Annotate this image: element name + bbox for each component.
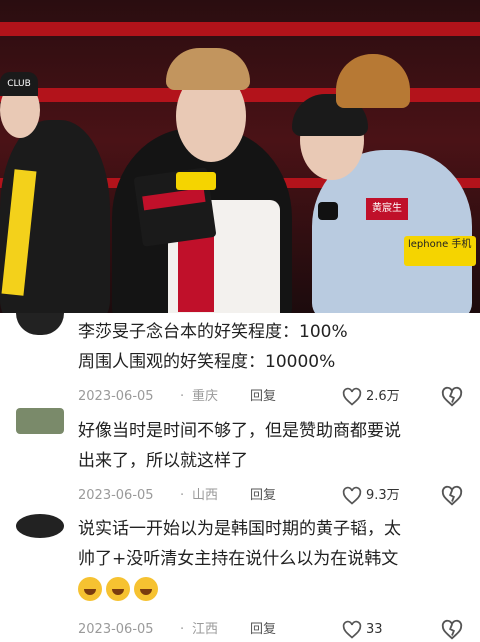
reply-button[interactable]: 回复 bbox=[250, 618, 276, 642]
stage-stripe bbox=[0, 22, 480, 36]
comment-location: 江西 bbox=[192, 622, 219, 637]
back-person-hair bbox=[336, 54, 410, 108]
comment-line: 说实话一开始以为是韩国时期的黄子韬，太 bbox=[78, 519, 401, 539]
location-dot: · bbox=[180, 389, 185, 404]
heart-icon[interactable] bbox=[342, 620, 362, 640]
comment-line: 周围人围观的好笑程度：10000% bbox=[78, 352, 336, 372]
like-count: 9.3万 bbox=[366, 488, 400, 503]
avatar[interactable] bbox=[16, 313, 64, 335]
like-count: 2.6万 bbox=[366, 389, 400, 404]
comment-location: 山西 bbox=[192, 488, 219, 503]
comment-item: 李莎旻子念台本的好笑程度：100% 周围人围观的好笑程度：10000% 2023… bbox=[0, 313, 480, 413]
heart-icon[interactable] bbox=[342, 387, 362, 407]
reply-button[interactable]: 回复 bbox=[250, 385, 276, 409]
like-count: 33 bbox=[366, 622, 383, 637]
reply-button[interactable]: 回复 bbox=[250, 484, 276, 508]
heart-icon[interactable] bbox=[342, 486, 362, 506]
comment-meta: 2023-06-05 · 江西 回复 33 bbox=[78, 618, 478, 642]
dislike-icon[interactable] bbox=[441, 485, 463, 507]
right-microphone bbox=[318, 202, 338, 220]
comment-meta: 2023-06-05 · 山西 回复 9.3万 bbox=[78, 484, 478, 508]
avatar[interactable] bbox=[16, 514, 64, 538]
comment-line: 帅了+没听清女主持在说什么以为在说韩文 bbox=[78, 549, 399, 569]
comment-date: 2023-06-05 bbox=[78, 622, 154, 637]
comment-line: 李莎旻子念台本的好笑程度：100% bbox=[78, 322, 348, 342]
comment-text: 说实话一开始以为是韩国时期的黄子韬，太 帅了+没听清女主持在说什么以为在说韩文 bbox=[78, 514, 470, 604]
microphone-label bbox=[176, 172, 216, 190]
comment-item: 说实话一开始以为是韩国时期的黄子韬，太 帅了+没听清女主持在说什么以为在说韩文 … bbox=[0, 510, 480, 640]
comment-text: 李莎旻子念台本的好笑程度：100% 周围人围观的好笑程度：10000% bbox=[78, 317, 470, 377]
crying-laughing-icon bbox=[78, 577, 102, 601]
location-dot: · bbox=[180, 488, 185, 503]
location-dot: · bbox=[180, 622, 185, 637]
comment-location: 重庆 bbox=[192, 389, 219, 404]
dislike-icon[interactable] bbox=[441, 619, 463, 641]
comment-date: 2023-06-05 bbox=[78, 389, 154, 404]
dislike-icon[interactable] bbox=[441, 386, 463, 408]
cap-label: CLUB bbox=[0, 72, 38, 96]
crying-laughing-icon bbox=[134, 577, 158, 601]
comment-text: 好像当时是时间不够了，但是赞助商都要说 出来了，所以就这样了 bbox=[78, 416, 470, 476]
comment-line: 出来了，所以就这样了 bbox=[78, 451, 248, 471]
comment-line: 好像当时是时间不够了，但是赞助商都要说 bbox=[78, 421, 401, 441]
avatar[interactable] bbox=[16, 408, 64, 434]
comment-date: 2023-06-05 bbox=[78, 488, 154, 503]
comment-item: 好像当时是时间不够了，但是赞助商都要说 出来了，所以就这样了 2023-06-0… bbox=[0, 408, 480, 508]
video-frame[interactable]: CLUB 黄宸生 lephone 手机 bbox=[0, 0, 480, 313]
crying-laughing-icon bbox=[106, 577, 130, 601]
comment-meta: 2023-06-05 · 重庆 回复 2.6万 bbox=[78, 385, 478, 409]
emoji-row bbox=[78, 574, 470, 604]
sponsor-banner: lephone 手机 bbox=[404, 236, 476, 266]
name-badge: 黄宸生 bbox=[366, 198, 408, 220]
host-hair bbox=[166, 48, 250, 90]
